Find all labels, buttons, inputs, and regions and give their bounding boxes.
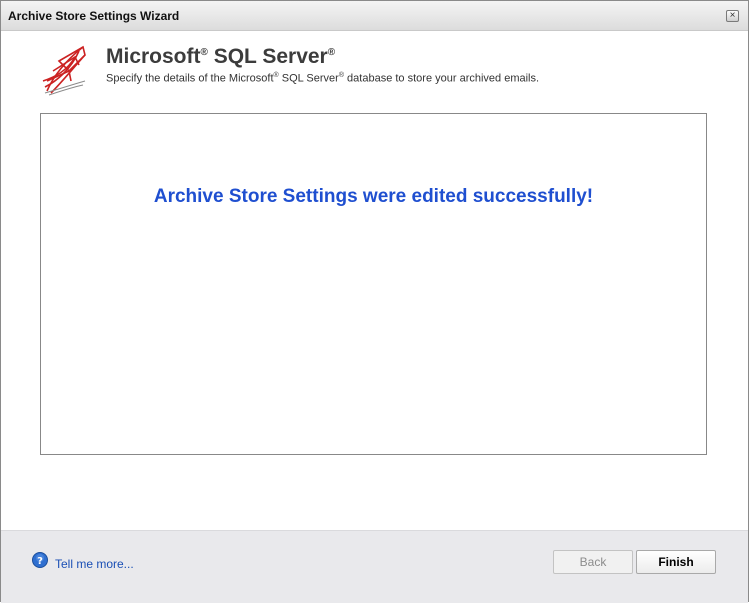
window-title: Archive Store Settings Wizard <box>8 9 180 23</box>
product-title: Microsoft® SQL Server® <box>106 45 336 68</box>
finish-button[interactable]: Finish <box>636 550 716 574</box>
wizard-footer: ? Tell me more... Back Finish <box>1 530 748 603</box>
wizard-header: Microsoft® SQL Server® Specify the detai… <box>1 32 748 107</box>
title-bar: Archive Store Settings Wizard × <box>1 1 748 31</box>
svg-text:?: ? <box>37 556 43 567</box>
sql-server-logo-icon <box>42 45 86 96</box>
header-subtitle: Specify the details of the Microsoft® SQ… <box>106 72 540 85</box>
question-circle-icon[interactable]: ? <box>32 552 48 568</box>
tell-me-more-link[interactable]: Tell me more... <box>55 557 134 571</box>
result-panel: Archive Store Settings were edited succe… <box>40 113 707 455</box>
close-icon[interactable]: × <box>726 10 739 22</box>
success-message: Archive Store Settings were edited succe… <box>153 186 594 207</box>
wizard-window: Archive Store Settings Wizard × Microsof… <box>0 0 749 603</box>
back-button[interactable]: Back <box>553 550 633 574</box>
